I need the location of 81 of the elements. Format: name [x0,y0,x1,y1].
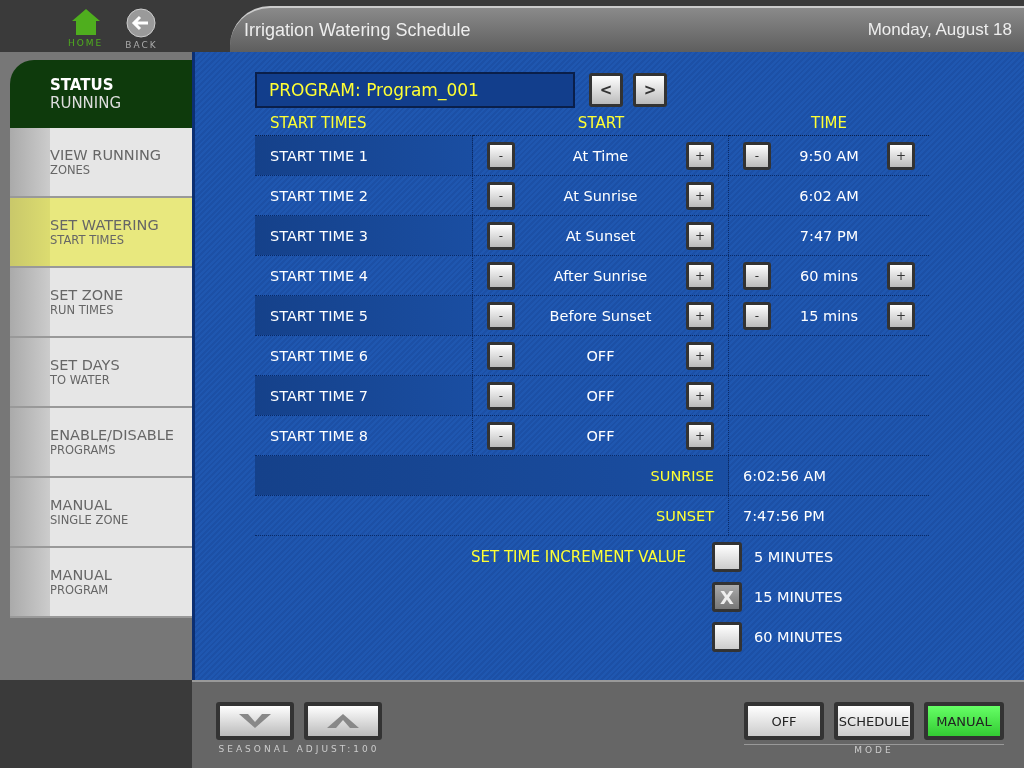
time-value: 15 mins [799,307,859,324]
home-button[interactable]: HOME [68,8,104,52]
checkbox[interactable] [711,542,742,572]
plus-button[interactable]: + [686,301,714,330]
row-label: START TIME 7 [270,387,368,404]
sun-label: SUNRISE [650,467,714,484]
option-label: 60 MINUTES [753,629,843,645]
plus-button[interactable]: + [887,141,915,170]
plus-button[interactable]: + [686,181,714,210]
minus-button[interactable]: - [743,301,771,330]
sun-time: 7:47:56 PM [743,507,825,524]
plus-button[interactable]: + [686,381,714,410]
time-value: 60 mins [799,267,859,284]
start-value: OFF [585,387,616,404]
chevron-up-icon [326,713,360,729]
previous-button[interactable]: < [589,73,623,107]
sidebar-item[interactable]: SET WATERING START TIMES [10,198,192,268]
minus-button[interactable]: - [487,141,515,170]
seasonal-adjust-label: SEASONAL ADJUST:100 [218,744,380,754]
time-value: 6:02 AM [798,187,860,204]
minus-button[interactable]: - [487,341,515,370]
sun-label: SUNSET [656,507,714,524]
start-value: At Sunset [564,227,637,244]
sidebar-item[interactable]: MANUAL PROGRAM [10,548,192,618]
plus-button[interactable]: + [686,421,714,450]
mode-button[interactable]: OFF [744,702,824,740]
row-label: START TIME 2 [270,187,368,204]
start-value: At Time [571,147,630,164]
minus-button[interactable]: - [487,421,515,450]
home-icon [70,8,101,36]
column-header: TIME [729,114,929,136]
minus-button[interactable]: - [487,221,515,250]
mode-button[interactable]: MANUAL [924,702,1004,740]
plus-button[interactable]: + [686,341,714,370]
checkbox[interactable] [711,622,742,652]
date-label: Monday, August 18 [867,20,1012,40]
sidebar-item[interactable]: ENABLE/DISABLE PROGRAMS [10,408,192,478]
minus-button[interactable]: - [487,261,515,290]
row-label: START TIME 8 [270,427,368,444]
sidebar-item[interactable]: MANUAL SINGLE ZONE [10,478,192,548]
option-label: 5 MINUTES [753,549,834,565]
sidebar-item[interactable]: VIEW RUNNING ZONES [10,128,192,198]
plus-button[interactable]: + [686,261,714,290]
start-value: After Sunrise [552,267,649,284]
plus-button[interactable]: + [887,261,915,290]
minus-button[interactable]: - [487,381,515,410]
minus-button[interactable]: - [743,141,771,170]
chevron-down-icon [238,713,272,729]
start-value: At Sunrise [562,187,639,204]
minus-button[interactable]: - [743,261,771,290]
sidebar-item[interactable]: SET DAYS TO WATER [10,338,192,408]
back-button[interactable]: BACK [125,8,158,52]
time-value: 9:50 AM [798,147,860,164]
row-label: START TIME 5 [270,307,368,324]
row-label: START TIME 3 [270,227,368,244]
status-value: RUNNING [50,94,123,112]
start-value: OFF [585,347,616,364]
window-title: Irrigation Watering Schedule [244,19,471,41]
next-button[interactable]: > [633,73,667,107]
option-label: 15 MINUTES [753,589,843,605]
start-value: OFF [585,427,616,444]
row-label: START TIME 4 [270,267,368,284]
minus-button[interactable]: - [487,301,515,330]
mode-label: MODE [744,744,1004,755]
sun-time: 6:02:56 AM [743,467,826,484]
plus-button[interactable]: + [686,141,714,170]
plus-button[interactable]: + [887,301,915,330]
sidebar-item[interactable]: SET ZONE RUN TIMES [10,268,192,338]
program-field[interactable]: PROGRAM: Program_001 [255,72,575,108]
increment-label: SET TIME INCREMENT VALUE [471,547,686,568]
seasonal-up-button[interactable] [304,702,382,740]
column-header: START [473,114,729,136]
minus-button[interactable]: - [487,181,515,210]
plus-button[interactable]: + [686,221,714,250]
row-label: START TIME 6 [270,347,368,364]
status-title: STATUS [50,76,115,94]
row-label: START TIME 1 [270,147,368,164]
seasonal-down-button[interactable] [216,702,294,740]
start-value: Before Sunset [548,307,653,324]
mode-button[interactable]: SCHEDULE [834,702,914,740]
time-value: 7:47 PM [798,227,860,244]
